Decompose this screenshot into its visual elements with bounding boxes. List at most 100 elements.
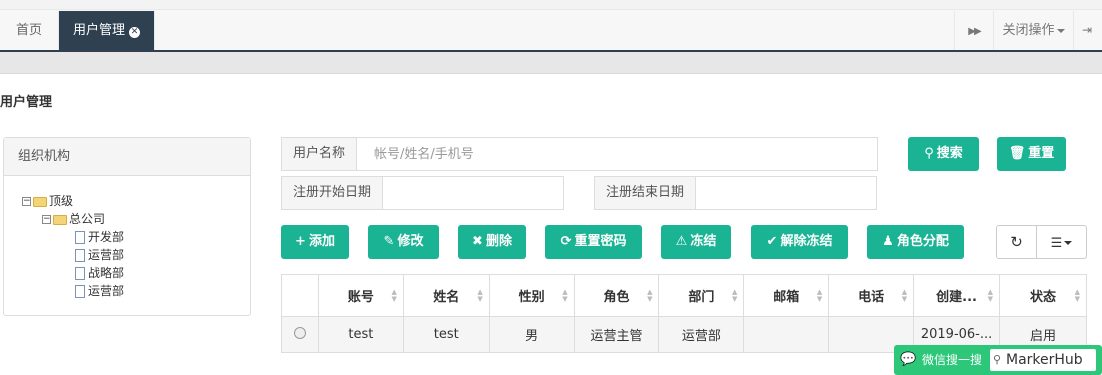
- columns-dropdown[interactable]: ☰: [1036, 225, 1087, 259]
- header-department[interactable]: 部门 ▲ ▼: [658, 274, 745, 317]
- tree-node-label: 开发部: [88, 230, 125, 244]
- table-cell: [743, 316, 830, 353]
- header-account[interactable]: 账号 ▲ ▼: [317, 274, 404, 317]
- top-strip: [0, 0, 1102, 10]
- add-button[interactable]: + 添加: [281, 225, 349, 259]
- reset-button[interactable]: 🗑 重置: [997, 137, 1066, 171]
- sort-icon: ▲ ▼: [731, 288, 738, 303]
- document-icon: [75, 231, 85, 244]
- freeze-button-label: 冻结: [690, 234, 717, 249]
- collapse-icon[interactable]: −: [42, 215, 51, 224]
- reset-password-button[interactable]: ⟳ 重置密码: [545, 225, 642, 259]
- reset-password-label: 重置密码: [574, 234, 627, 249]
- watermark-text: 微信搜一搜: [922, 353, 983, 367]
- tree-node-dept[interactable]: 运营部: [72, 282, 124, 300]
- document-icon: [75, 267, 85, 280]
- end-date-label: 注册结束日期: [595, 177, 697, 209]
- wechat-icon: 💬: [900, 352, 917, 367]
- tree-node-company[interactable]: − 总公司: [42, 210, 105, 228]
- header-role[interactable]: 角色 ▲ ▼: [573, 274, 660, 317]
- header-status[interactable]: 状态 ▲ ▼: [999, 274, 1087, 317]
- row-radio[interactable]: [293, 326, 306, 339]
- tab-user-management-label: 用户管理: [73, 23, 126, 38]
- unfreeze-button-label: 解除冻结: [780, 234, 833, 249]
- start-date-label: 注册开始日期: [282, 177, 384, 209]
- warning-icon: ⚠: [675, 234, 688, 249]
- close-tab-icon[interactable]: ✕: [129, 27, 141, 38]
- edit-button[interactable]: ✎ 修改: [368, 225, 439, 259]
- tree-node-dept[interactable]: 开发部: [72, 228, 124, 246]
- caret-down-icon: [1056, 28, 1065, 33]
- assign-role-button[interactable]: ♟ 角色分配: [867, 225, 964, 259]
- tab-home[interactable]: 首页: [0, 11, 60, 50]
- freeze-button[interactable]: ⚠ 冻结: [661, 225, 731, 259]
- forward-button[interactable]: ▶▶: [954, 11, 993, 50]
- table-cell: 运营主管: [573, 316, 660, 353]
- username-search-field: 用户名称: [281, 137, 878, 171]
- header-name[interactable]: 姓名 ▲ ▼: [402, 274, 490, 317]
- table-cell: test: [317, 316, 404, 353]
- header-gender[interactable]: 性别 ▲ ▼: [488, 274, 575, 317]
- table-cell: test: [402, 316, 490, 353]
- end-date-input[interactable]: [704, 177, 876, 209]
- sort-icon: ▲ ▼: [816, 288, 823, 303]
- double-chevron-right-icon: ▶▶: [968, 26, 981, 37]
- watermark-brand: MarkerHub: [1006, 352, 1083, 368]
- check-circle-icon: ✔: [766, 234, 778, 249]
- sort-icon: ▲ ▼: [987, 288, 994, 303]
- tab-user-management[interactable]: 用户管理 ✕: [59, 11, 156, 50]
- tree-node-dept[interactable]: 运营部: [72, 246, 124, 264]
- add-button-label: 添加: [308, 234, 335, 249]
- document-icon: [75, 249, 85, 262]
- folder-icon: [53, 214, 67, 225]
- sort-icon: ▲ ▼: [391, 288, 397, 303]
- tree-node-label: 顶级: [49, 194, 74, 208]
- close-operations-label: 关闭操作: [1002, 23, 1055, 38]
- user-table: 账号 ▲ ▼ 姓名 ▲ ▼ 性别 ▲ ▼ 角色 ▲ ▼ 部门 ▲ ▼ 邮箱 ▲ ▼ 电话 ▲ ▼ 创建...…: [281, 274, 1087, 353]
- document-icon: [75, 285, 85, 298]
- trash-icon: 🗑: [1008, 146, 1026, 161]
- unfreeze-button[interactable]: ✔ 解除冻结: [751, 225, 848, 259]
- close-operations-dropdown[interactable]: 关闭操作: [993, 11, 1073, 50]
- delete-button[interactable]: ✖ 删除: [458, 225, 526, 259]
- header-label: 创建...: [936, 290, 977, 305]
- refresh-icon: ↻: [1010, 233, 1023, 251]
- header-select: [281, 274, 319, 317]
- content-gray-bar: [0, 52, 1102, 74]
- refresh-icon: ⟳: [560, 234, 572, 249]
- exit-button[interactable]: ⇥: [1073, 11, 1102, 50]
- search-icon: ⚲: [924, 146, 934, 161]
- close-icon: ✖: [472, 234, 483, 249]
- tab-bar: 首页 用户管理 ✕ ▶▶ 关闭操作 ⇥: [0, 0, 1102, 52]
- reset-button-label: 重置: [1028, 146, 1055, 161]
- list-icon: ☰: [1050, 236, 1063, 251]
- tree-node-label: 运营部: [88, 248, 125, 262]
- tree-node-dept[interactable]: 战略部: [72, 264, 124, 282]
- sign-out-icon: ⇥: [1082, 23, 1093, 37]
- org-panel-title: 组织机构: [4, 138, 250, 176]
- refresh-button[interactable]: ↻: [996, 225, 1037, 259]
- page-title: 用户管理: [0, 95, 53, 110]
- caret-down-icon: [1064, 240, 1073, 245]
- header-email[interactable]: 邮箱 ▲ ▼: [743, 274, 830, 317]
- tree-node-top[interactable]: − 顶级: [22, 192, 73, 210]
- header-created[interactable]: 创建... ▲ ▼: [913, 274, 1001, 317]
- plus-icon: +: [295, 234, 306, 249]
- start-date-input[interactable]: [390, 177, 563, 209]
- header-phone[interactable]: 电话 ▲ ▼: [828, 274, 915, 317]
- search-button[interactable]: ⚲ 搜索: [908, 137, 979, 171]
- tree-node-label: 运营部: [88, 284, 125, 298]
- username-input[interactable]: [362, 138, 877, 170]
- tree-node-label: 战略部: [88, 266, 125, 280]
- table-cell: 运营部: [658, 316, 745, 353]
- sort-icon: ▲ ▼: [1074, 288, 1080, 303]
- search-button-label: 搜索: [936, 146, 963, 161]
- watermark-search-box: ⚲ MarkerHub: [990, 349, 1096, 371]
- header-label: 电话: [858, 290, 885, 305]
- tree-node-label: 总公司: [69, 212, 106, 226]
- header-label: 性别: [518, 290, 545, 305]
- edit-button-label: 修改: [397, 234, 424, 249]
- org-panel: 组织机构 − 顶级 − 总公司 开发部 运营部 战略部 运营部: [3, 137, 251, 316]
- folder-icon: [33, 196, 47, 207]
- collapse-icon[interactable]: −: [22, 197, 31, 206]
